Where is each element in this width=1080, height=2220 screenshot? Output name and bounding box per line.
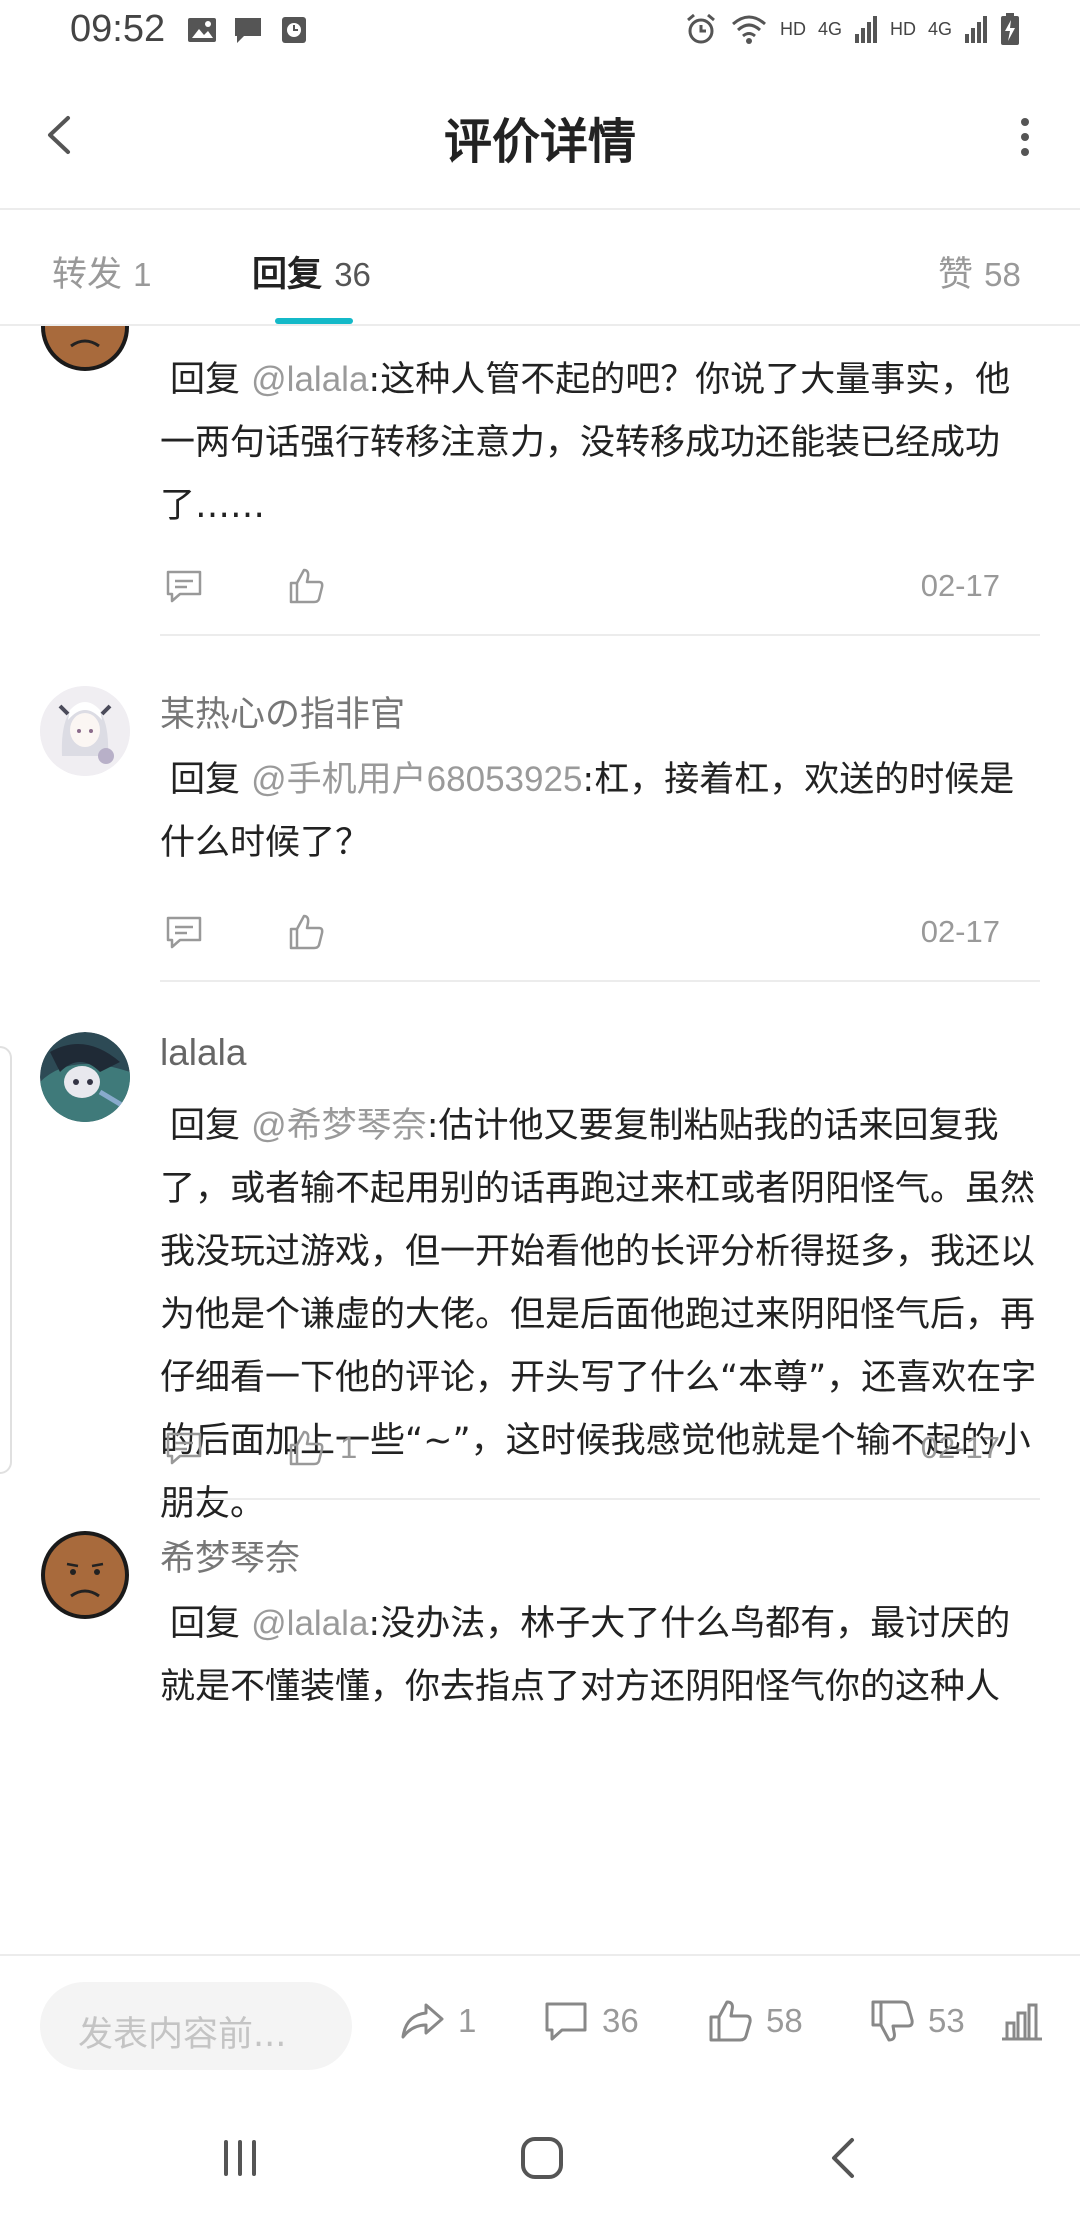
reply-actions: 1 02-17	[160, 1428, 1000, 1474]
tab-label: 转发	[52, 255, 123, 295]
side-panel-handle[interactable]	[0, 1046, 12, 1474]
reply-list[interactable]: 回复 @lalala:这种人管不起的吧？你说了大量事实，他一两句话强行转移注意力…	[0, 326, 1080, 1952]
tab-count: 36	[334, 256, 371, 293]
sad-face-avatar[interactable]	[40, 326, 130, 372]
recent-apps-icon[interactable]	[214, 2132, 266, 2184]
alarm-icon	[687, 13, 715, 44]
comment-icon[interactable]	[164, 1428, 204, 1468]
reply-username[interactable]: 某热心の指非官	[160, 686, 405, 737]
wifi-icon	[731, 15, 766, 44]
like-icon	[709, 2000, 752, 2042]
reply-body: 回复 @lalala:这种人管不起的吧？你说了大量事实，他一两句话强行转移注意力…	[160, 348, 1040, 538]
dislike-count: 53	[928, 2002, 965, 2039]
reply-username[interactable]: lalala	[160, 1032, 246, 1074]
reply-date: 02-17	[920, 1430, 1000, 1465]
reply-date: 02-17	[920, 914, 1000, 949]
divider	[160, 634, 1040, 636]
tab-label: 赞	[938, 255, 974, 295]
reply-word: 回复	[170, 360, 241, 400]
net-label: 4G	[817, 18, 842, 39]
clock-app-icon	[282, 17, 306, 43]
comment-icon	[545, 2002, 587, 2041]
home-icon[interactable]	[516, 2132, 568, 2184]
like-button[interactable]: 58	[706, 1996, 803, 2046]
mention-link[interactable]: @希梦琴奈	[251, 1106, 427, 1145]
active-tab-indicator	[275, 318, 353, 324]
tab-count: 58	[984, 256, 1021, 293]
like-count: 58	[766, 2002, 803, 2039]
compose-input[interactable]: 发表内容前...	[40, 1982, 352, 2070]
tab-count: 1	[133, 256, 152, 293]
status-bar: 09:52 HD 4G HD 4G	[0, 0, 1080, 66]
more-vertical-icon[interactable]	[1010, 112, 1040, 162]
like-icon[interactable]	[286, 1428, 326, 1468]
title-bar: 评价详情	[0, 66, 1080, 210]
divider	[160, 980, 1040, 982]
system-status-icons: HD 4G HD 4G	[684, 12, 1020, 46]
compose-placeholder: 发表内容前...	[78, 2015, 287, 2055]
tab-bar: 转发 1 回复 36 赞 58	[0, 210, 1080, 326]
reply-word: 回复	[170, 1106, 241, 1146]
comment-icon[interactable]	[164, 566, 204, 606]
repost-button[interactable]: 1	[398, 1996, 476, 2046]
image-icon	[188, 18, 216, 42]
tab-label: 回复	[252, 255, 323, 295]
reply-body: 回复 @手机用户68053925:杠，接着杠，欢送的时候是什么时候了？	[160, 748, 1040, 875]
like-icon[interactable]	[286, 912, 326, 952]
net-label: HD	[779, 18, 806, 39]
notification-icons	[186, 14, 310, 46]
tab-replies[interactable]: 回复 36	[252, 246, 371, 297]
reply-body: 回复 @lalala:没办法，林子大了什么鸟都有，最讨厌的就是不懂装懂，你去指点…	[160, 1592, 1040, 1719]
back-icon[interactable]	[820, 2132, 872, 2184]
comment-button[interactable]: 36	[542, 1996, 639, 2046]
repost-count: 1	[458, 2002, 477, 2039]
anime-girl-avatar[interactable]	[40, 686, 130, 776]
battery-charging-icon	[1001, 13, 1019, 45]
like-count: 1	[340, 1430, 358, 1465]
share-arrow-icon	[401, 2003, 444, 2039]
mention-link[interactable]: @lalala	[251, 360, 368, 399]
tab-repost[interactable]: 转发 1	[52, 246, 152, 297]
comment-icon[interactable]	[164, 912, 204, 952]
bottom-action-bar: 发表内容前... 1 36 58 53	[0, 1954, 1080, 2098]
status-time: 09:52	[70, 8, 166, 50]
net-label: 4G	[927, 18, 952, 39]
message-icon	[235, 18, 261, 43]
bar-chart-icon	[1002, 2003, 1042, 2041]
signal-icon	[965, 16, 987, 43]
stats-button[interactable]	[998, 1996, 1046, 2046]
page-title: 评价详情	[443, 114, 636, 170]
signal-icon	[854, 16, 877, 43]
tab-likes[interactable]: 赞 58	[938, 246, 1021, 297]
reply-actions: 02-17	[160, 566, 1000, 612]
reply-word: 回复	[170, 760, 241, 800]
reply-actions: 02-17	[160, 912, 1000, 958]
reply-username[interactable]: 希梦琴奈	[160, 1530, 300, 1581]
reply-word: 回复	[170, 1604, 241, 1644]
system-nav-bar	[0, 2096, 1080, 2220]
mention-link[interactable]: @lalala	[251, 1604, 368, 1643]
dislike-icon	[871, 2000, 914, 2042]
mention-link[interactable]: @手机用户68053925	[251, 760, 582, 799]
divider	[160, 1498, 1040, 1500]
anime-character-avatar[interactable]	[40, 1032, 130, 1122]
like-icon[interactable]	[286, 566, 326, 606]
dislike-button[interactable]: 53	[868, 1996, 965, 2046]
comment-count: 36	[602, 2002, 639, 2039]
reply-date: 02-17	[920, 568, 1000, 603]
sad-face-avatar[interactable]	[40, 1530, 130, 1620]
net-label: HD	[889, 18, 916, 39]
